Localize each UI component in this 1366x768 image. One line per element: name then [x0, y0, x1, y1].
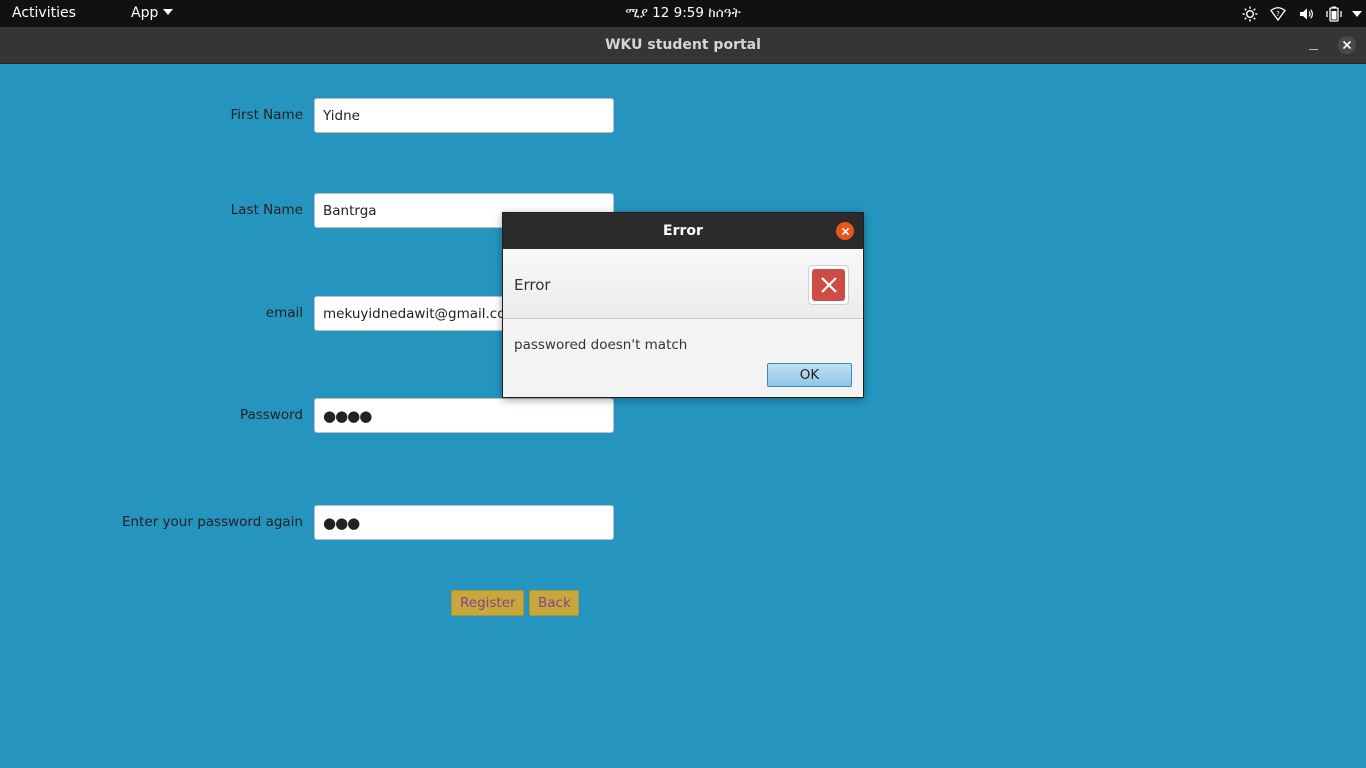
top-bar: Activities App ሚያ 12 9:59 ከሰዓት ?: [0, 0, 1366, 27]
error-dialog: Error Error passwored doesn't match OK: [502, 212, 864, 398]
back-button[interactable]: Back: [529, 590, 579, 616]
first-name-field[interactable]: [314, 98, 614, 133]
power-menu-caret-icon[interactable]: [1348, 0, 1366, 27]
close-icon: [841, 227, 849, 235]
svg-text:?: ?: [1276, 10, 1280, 18]
password-again-label: Enter your password again: [122, 514, 303, 530]
activities-button[interactable]: Activities: [12, 5, 76, 21]
dialog-title: Error: [663, 223, 703, 239]
dialog-header: Error: [503, 249, 863, 319]
battery-icon[interactable]: [1320, 0, 1348, 27]
window-close-button[interactable]: [1338, 36, 1356, 54]
password-again-field[interactable]: [314, 505, 614, 540]
caret-down-icon: [163, 9, 174, 15]
dialog-header-text: Error: [514, 276, 551, 294]
wifi-icon[interactable]: ?: [1264, 0, 1292, 27]
first-name-label: First Name: [230, 107, 303, 123]
system-tray[interactable]: ?: [1236, 0, 1366, 27]
email-label: email: [265, 305, 303, 321]
password-field[interactable]: [314, 398, 614, 433]
brightness-icon[interactable]: [1236, 0, 1264, 27]
minimize-button[interactable]: [1306, 35, 1322, 55]
close-icon: [1342, 40, 1352, 50]
clock[interactable]: ሚያ 12 9:59 ከሰዓት: [625, 5, 740, 21]
volume-icon[interactable]: [1292, 0, 1320, 27]
dialog-message: passwored doesn't match: [514, 337, 688, 353]
app-menu[interactable]: App: [131, 5, 174, 21]
dialog-titlebar[interactable]: Error: [503, 213, 863, 249]
window-titlebar[interactable]: WKU student portal: [0, 27, 1366, 64]
ok-button[interactable]: OK: [767, 363, 852, 387]
dialog-close-button[interactable]: [836, 222, 854, 240]
register-button[interactable]: Register: [451, 590, 524, 616]
error-icon: [808, 265, 849, 305]
password-label: Password: [239, 407, 303, 423]
last-name-label: Last Name: [230, 202, 303, 218]
app-menu-label: App: [131, 5, 159, 21]
window-title: WKU student portal: [605, 37, 761, 53]
